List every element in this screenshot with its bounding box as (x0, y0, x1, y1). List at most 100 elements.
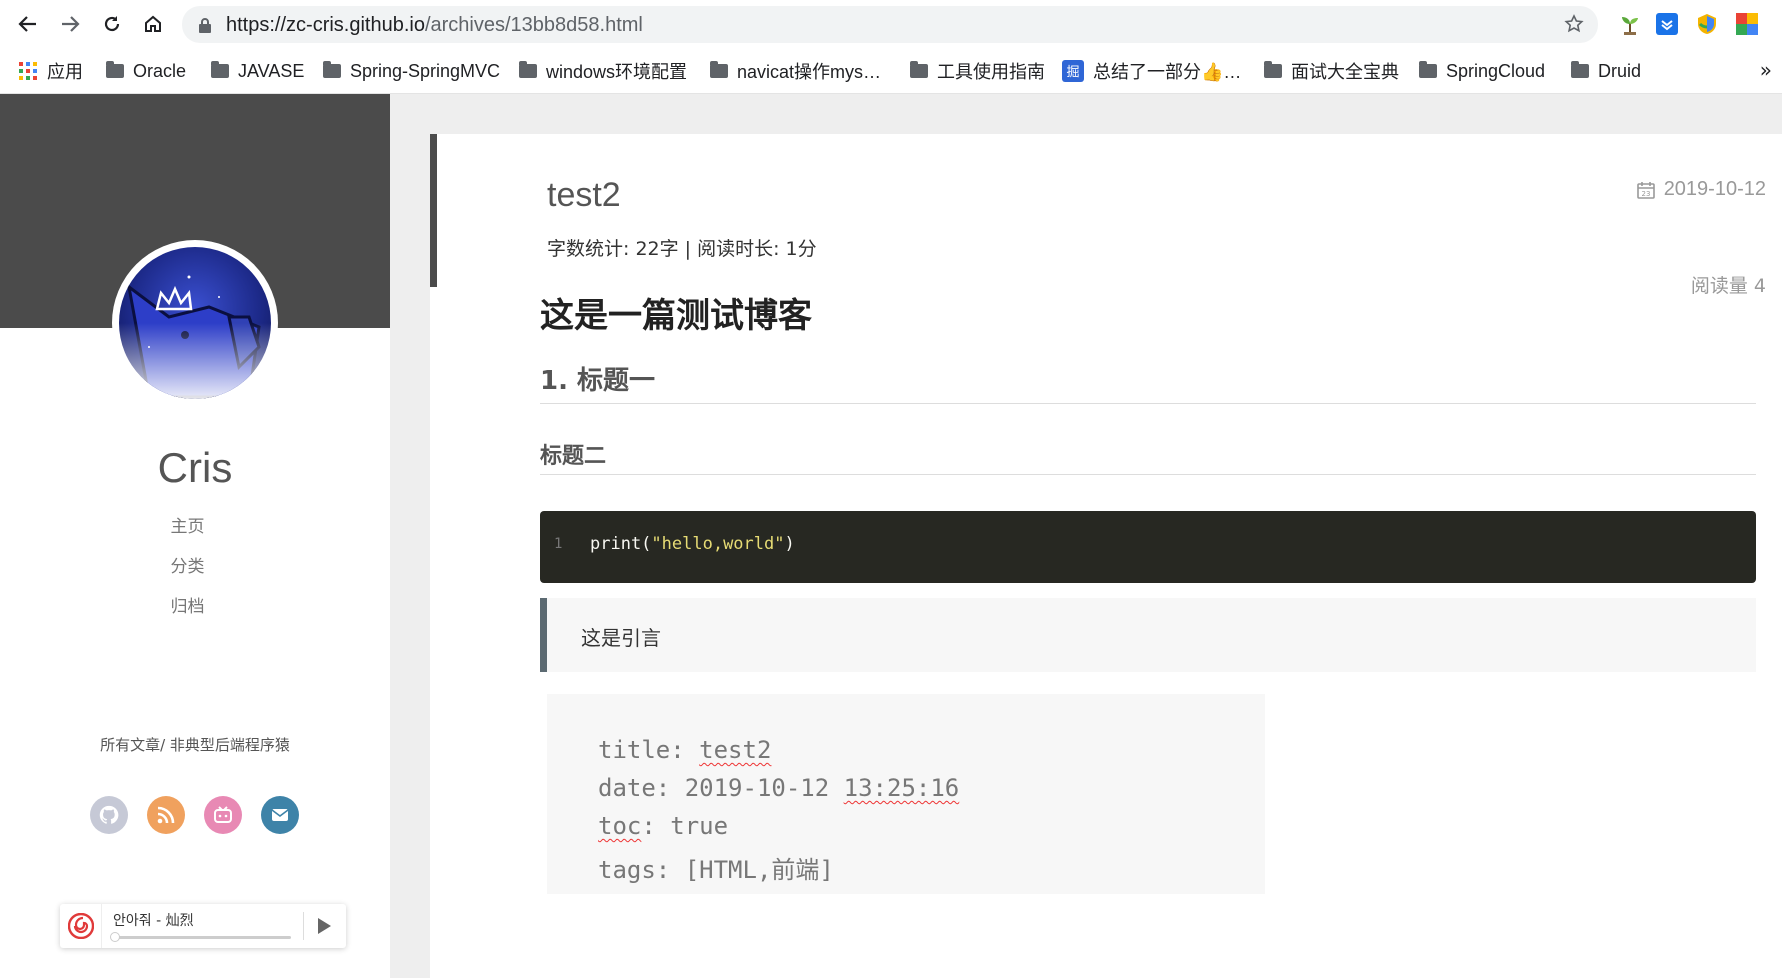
bookmark-folder-navicat[interactable]: navicat操作mys… (710, 58, 881, 84)
bookmark-folder-springcloud[interactable]: SpringCloud (1419, 58, 1545, 84)
music-player: 안아줘 - 灿烈 (60, 904, 346, 948)
rss-link[interactable] (147, 796, 185, 834)
reload-button[interactable] (96, 8, 128, 40)
avatar-image (119, 247, 271, 399)
lock-icon[interactable] (198, 17, 212, 33)
folder-icon (1419, 61, 1437, 78)
bookmark-label: windows环境配置 (546, 62, 688, 82)
bookmark-label: 应用 (47, 62, 83, 82)
post-heading-2: 1. 标题一 (540, 366, 656, 396)
rss-icon (157, 806, 175, 824)
browser-toolbar: https://zc-cris.github.io/archives/13bb8… (0, 0, 1782, 48)
bookmarks-overflow-button[interactable]: » (1760, 58, 1772, 82)
post-heading-3: 标题二 (540, 444, 607, 469)
svg-text:23: 23 (1641, 190, 1650, 198)
front-matter-line: categories: [前端,HTML] (598, 888, 921, 894)
bookmark-label: 面试大全宝典 (1291, 62, 1399, 82)
line-number: 1 (554, 536, 563, 552)
post-views: 阅读量 4 (1690, 275, 1766, 297)
extension-shield-icon[interactable] (1694, 11, 1720, 37)
folder-icon (910, 61, 928, 78)
arrow-right-icon (62, 16, 80, 32)
bookmark-label: Oracle (133, 60, 187, 81)
heading-divider (540, 474, 1756, 475)
folder-icon (323, 61, 341, 78)
bookmark-label: 总结了一部分👍… (1093, 62, 1242, 82)
github-icon (99, 805, 119, 824)
extension-color-icon[interactable] (1734, 11, 1760, 37)
progress-bar[interactable] (111, 936, 291, 939)
heading-divider (540, 403, 1756, 404)
bookmark-folder-javase[interactable]: JAVASE (211, 58, 304, 84)
apps-grid-icon (19, 62, 37, 80)
home-icon (145, 15, 161, 32)
front-matter-line: title: test2 (598, 736, 772, 764)
folder-icon (106, 61, 124, 78)
reload-icon (104, 16, 120, 32)
address-bar[interactable]: https://zc-cris.github.io/archives/13bb8… (182, 6, 1598, 43)
front-matter-block: title: test2 date: 2019-10-12 13:25:16 t… (547, 694, 1265, 894)
card-border-fade (430, 287, 437, 978)
netease-music-icon[interactable] (60, 904, 102, 948)
bookmarks-bar: 应用 Oracle JAVASE Spring-SpringMVC window… (0, 48, 1782, 94)
url-text[interactable]: https://zc-cris.github.io/archives/13bb8… (226, 14, 643, 37)
bookmark-folder-druid[interactable]: Druid (1571, 58, 1641, 84)
arrow-left-icon (18, 16, 36, 32)
bookmark-folder-oracle[interactable]: Oracle (106, 58, 186, 84)
post-meta: 字数统计: 22字 | 阅读时长: 1分 (547, 238, 817, 260)
email-link[interactable] (261, 796, 299, 834)
github-link[interactable] (90, 796, 128, 834)
folder-icon (710, 61, 728, 78)
front-matter-line: date: 2019-10-12 13:25:16 (598, 774, 960, 802)
home-button[interactable] (137, 8, 169, 40)
folder-icon (519, 61, 537, 78)
sidebar: Cris 主页 分类 归档 所有文章/ 非典型后端程序猿 안아줘 - 灿烈 (0, 94, 390, 978)
folder-icon (1264, 61, 1282, 78)
bookmark-label: JAVASE (238, 60, 305, 81)
front-matter-line: tags: [HTML,前端] (598, 856, 834, 884)
divider (303, 912, 304, 940)
back-button[interactable] (12, 8, 44, 40)
front-matter-line: toc: true (598, 812, 729, 840)
play-icon[interactable] (316, 917, 332, 935)
bookmark-label: navicat操作mys… (737, 62, 882, 82)
blockquote-text: 这是引言 (581, 626, 661, 650)
nav-link-categories[interactable]: 分类 (0, 552, 375, 577)
bookmark-folder-tools[interactable]: 工具使用指南 (910, 58, 1045, 84)
email-icon (271, 809, 289, 821)
blockquote: 这是引言 (540, 598, 1756, 672)
nav-link-archives[interactable]: 归档 (0, 592, 375, 617)
juejin-icon: 掘 (1062, 60, 1084, 82)
site-motto: 所有文章/ 非典型后端程序猿 (100, 736, 290, 754)
bilibili-link[interactable] (204, 796, 242, 834)
bookmark-apps[interactable]: 应用 (18, 58, 83, 84)
code-block: 1 print("hello,world") (540, 511, 1756, 583)
calendar-icon: 23 (1636, 181, 1655, 199)
svg-text:掘: 掘 (1066, 65, 1079, 80)
folder-icon (211, 61, 229, 78)
extension-download-icon[interactable] (1654, 11, 1680, 37)
bookmark-label: SpringCloud (1446, 60, 1546, 81)
forward-button[interactable] (54, 8, 86, 40)
code-line: print("hello,world") (590, 534, 795, 554)
folder-icon (1571, 61, 1589, 78)
bookmark-star-icon[interactable] (1564, 14, 1584, 34)
author-name: Cris (157, 444, 233, 491)
post-heading-1: 这是一篇测试博客 (540, 296, 812, 336)
avatar[interactable] (112, 240, 278, 406)
progress-knob[interactable] (110, 932, 120, 942)
song-title: 안아줘 - 灿烈 (113, 913, 194, 929)
bookmark-summary[interactable]: 掘 总结了一部分👍… (1062, 58, 1241, 84)
nav-link-home[interactable]: 主页 (0, 512, 375, 537)
bookmark-label: Spring-SpringMVC (350, 60, 501, 81)
bilibili-icon (214, 806, 232, 823)
extension-sprout-icon[interactable] (1617, 11, 1643, 37)
bookmark-folder-interview[interactable]: 面试大全宝典 (1264, 58, 1399, 84)
bookmark-label: 工具使用指南 (937, 62, 1045, 82)
post-date-text: 2019-10-12 (1663, 178, 1766, 200)
bookmark-label: Druid (1598, 60, 1642, 81)
bookmark-folder-windows[interactable]: windows环境配置 (519, 58, 687, 84)
post-title[interactable]: test2 (547, 176, 621, 215)
bookmark-folder-spring[interactable]: Spring-SpringMVC (323, 58, 500, 84)
post-date: 23 2019-10-12 (1636, 178, 1766, 201)
